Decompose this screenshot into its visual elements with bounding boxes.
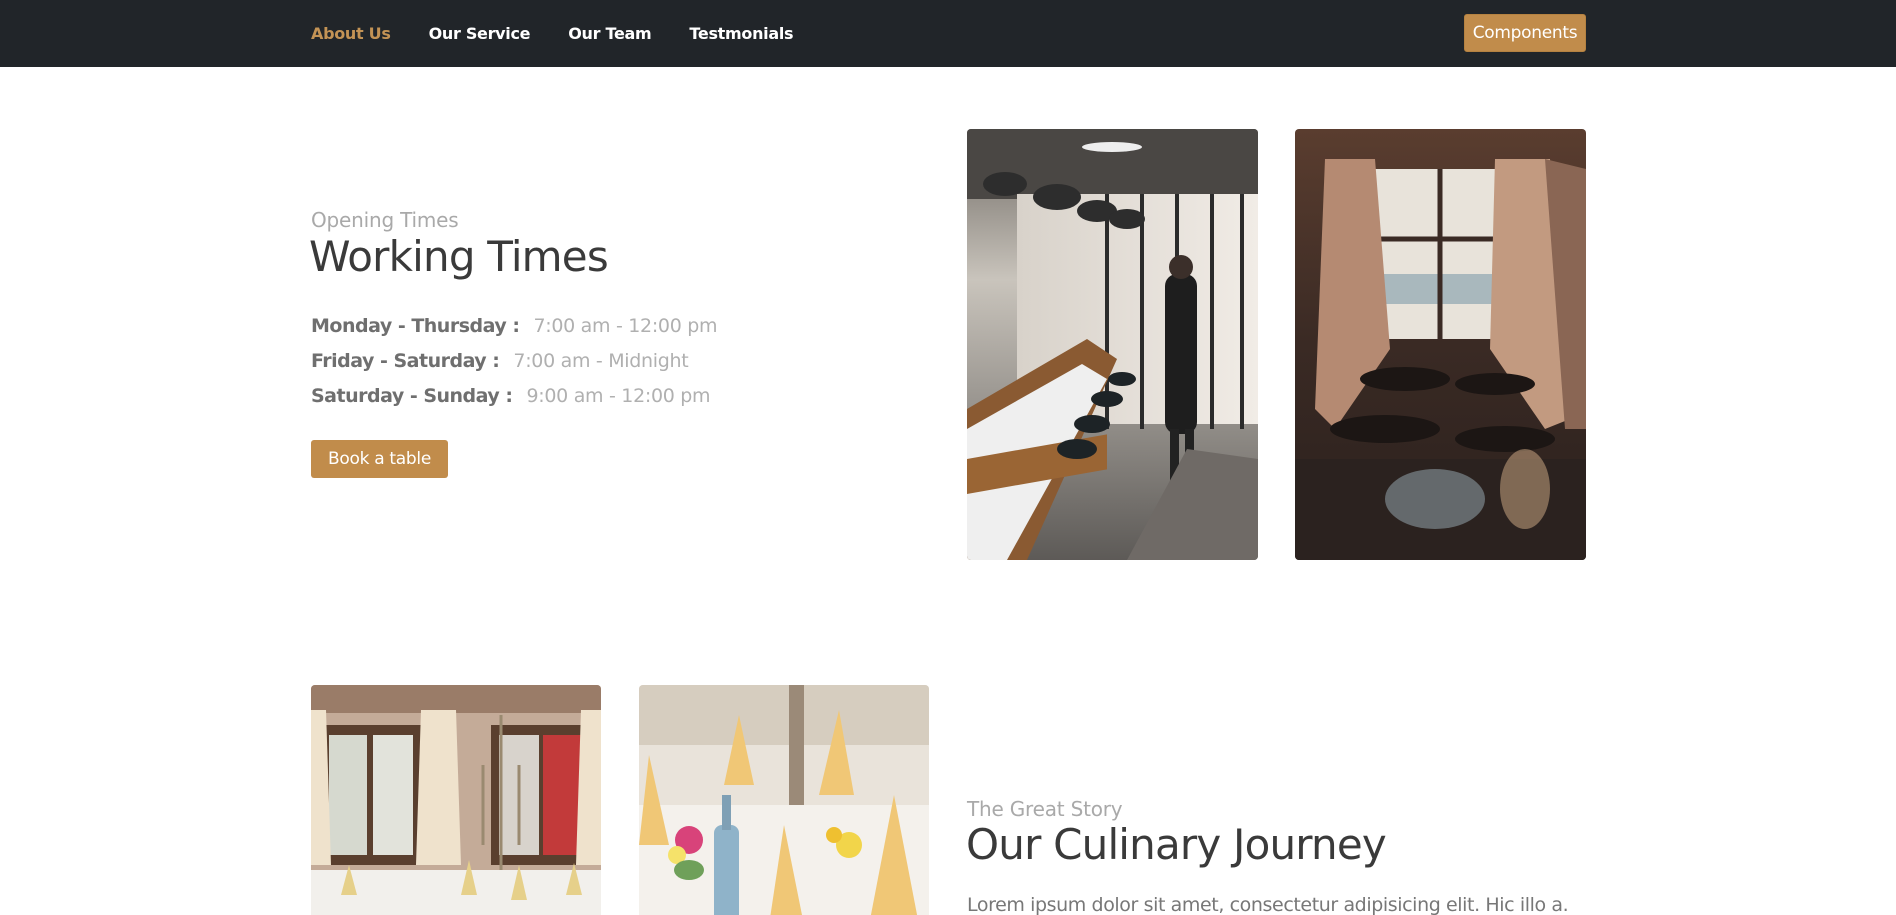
hours-day: Saturday - Sunday : — [311, 384, 513, 407]
book-table-button[interactable]: Book a table — [311, 440, 448, 478]
culinary-journey-title: Our Culinary Journey — [966, 820, 1387, 869]
restaurant-bar-photo — [967, 129, 1258, 560]
hours-time: 7:00 am - Midnight — [513, 349, 689, 372]
components-button[interactable]: Components — [1464, 14, 1586, 52]
hours-day: Friday - Saturday : — [311, 349, 500, 372]
hours-row: Saturday - Sunday : 9:00 am - 12:00 pm — [311, 378, 717, 413]
hours-time: 9:00 am - 12:00 pm — [526, 384, 711, 407]
banquet-hall-photo — [311, 685, 601, 915]
great-story-eyebrow: The Great Story — [967, 797, 1123, 821]
nav-link-testmonials[interactable]: Testmonials — [689, 24, 793, 43]
nav-link-about-us[interactable]: About Us — [311, 24, 391, 43]
story-paragraph: Lorem ipsum dolor sit amet, consectetur … — [967, 894, 1569, 915]
nav-link-our-service[interactable]: Our Service — [429, 24, 531, 43]
nav-links: About Us Our Service Our Team Testmonial… — [311, 0, 831, 67]
opening-times-eyebrow: Opening Times — [311, 208, 459, 232]
table-setting-photo — [639, 685, 929, 915]
top-navbar: About Us Our Service Our Team Testmonial… — [0, 0, 1896, 67]
hours-row: Friday - Saturday : 7:00 am - Midnight — [311, 343, 717, 378]
dining-room-curtains-photo — [1295, 129, 1586, 560]
working-times-title: Working Times — [309, 232, 609, 281]
hours-day: Monday - Thursday : — [311, 314, 520, 337]
nav-link-our-team[interactable]: Our Team — [568, 24, 651, 43]
opening-hours-list: Monday - Thursday : 7:00 am - 12:00 pm F… — [311, 308, 718, 413]
hours-time: 7:00 am - 12:00 pm — [533, 314, 718, 337]
hours-row: Monday - Thursday : 7:00 am - 12:00 pm — [311, 308, 718, 343]
